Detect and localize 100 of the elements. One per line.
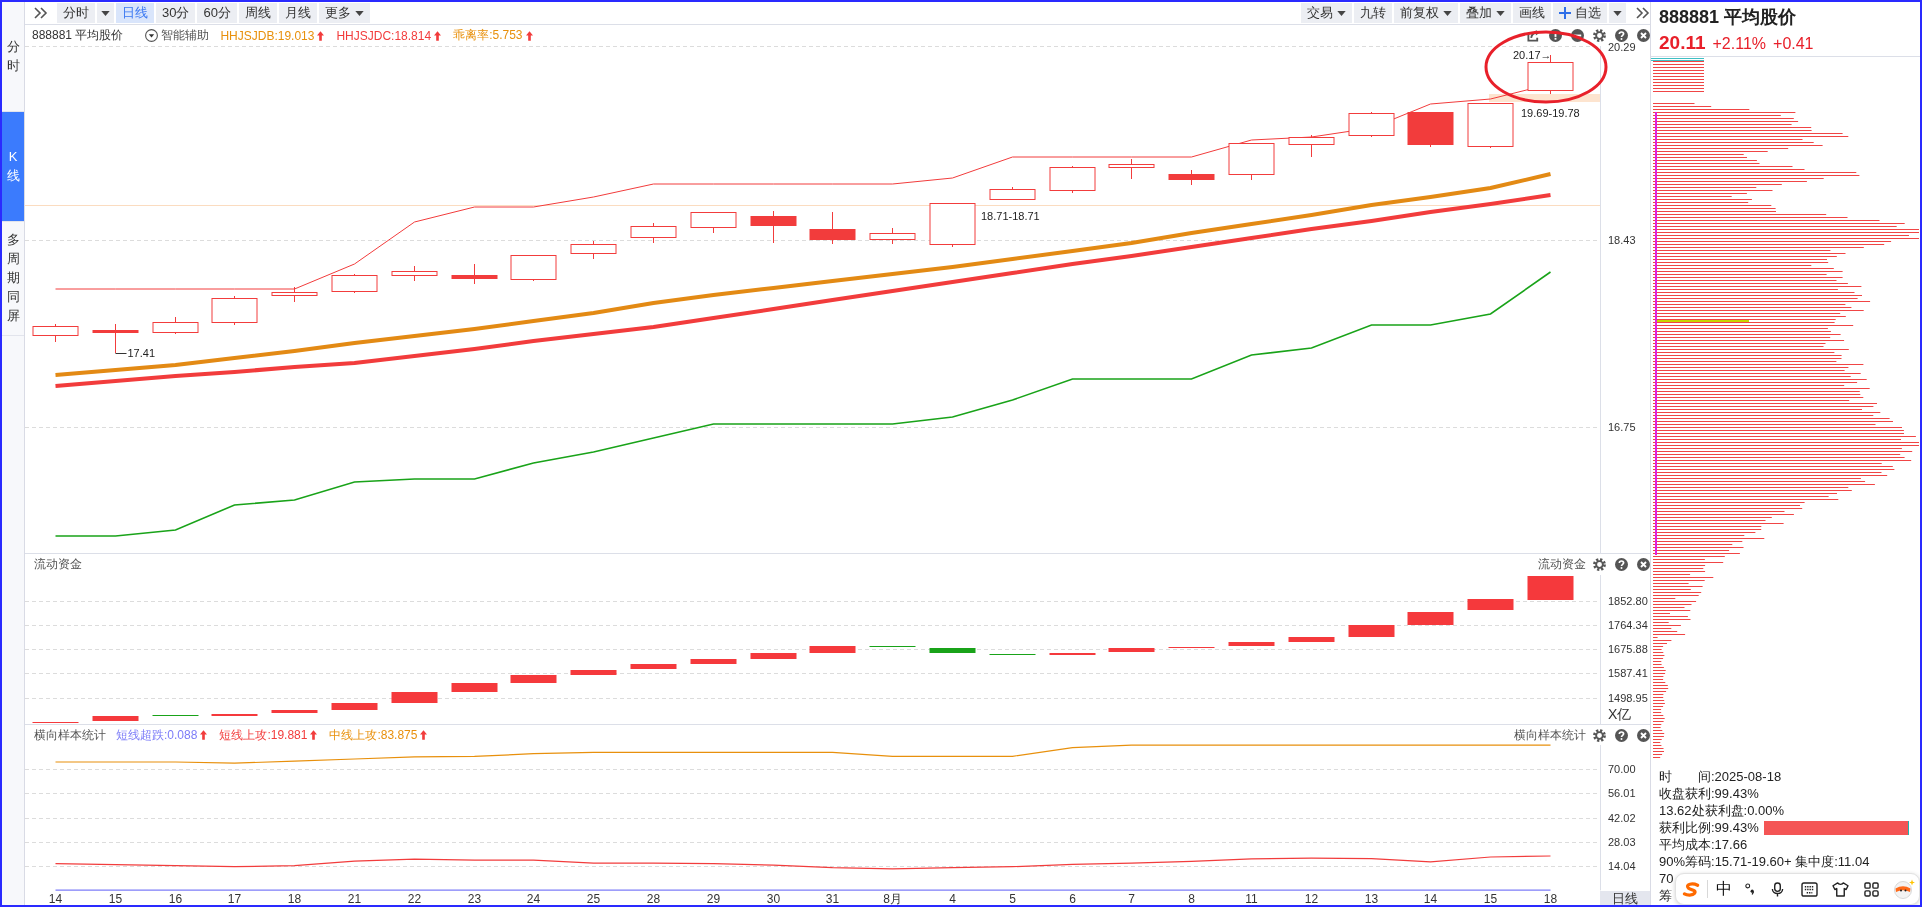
date-label: 30 — [766, 892, 781, 905]
axis-label: 1587.41 — [1608, 667, 1648, 679]
period-tab[interactable]: 分时 — [57, 3, 95, 23]
axis-label: 16.75 — [1608, 421, 1636, 433]
date-label: 21 — [347, 892, 362, 905]
input-mode-toggle[interactable]: 中 — [1716, 878, 1732, 900]
grid-icon[interactable] — [1864, 881, 1879, 897]
candlestick — [1228, 142, 1275, 181]
date-label: 31 — [825, 892, 840, 905]
microphone-icon[interactable] — [1771, 881, 1784, 897]
close-icon[interactable] — [1637, 558, 1650, 571]
date-label: 5 — [1009, 892, 1016, 905]
shirt-icon[interactable] — [1832, 881, 1849, 897]
indicator-value: 短线上攻:19.881 — [219, 726, 308, 744]
period-tab[interactable]: 周线 — [238, 3, 277, 23]
stat-text: 收盘获利:99.43% — [1659, 785, 1759, 802]
date-label: 28 — [646, 892, 661, 905]
date-label: 22 — [407, 892, 422, 905]
candlestick — [1467, 102, 1514, 149]
settings-icon[interactable] — [1593, 728, 1606, 742]
price-label: 18.71-18.71 — [981, 210, 1040, 222]
candlestick — [1049, 165, 1096, 194]
caret-icon — [1337, 10, 1346, 16]
axis-label: 28.03 — [1608, 835, 1636, 848]
date-label: 4 — [949, 892, 956, 905]
dropdown-button[interactable] — [97, 3, 114, 23]
period-tab[interactable]: 60分 — [197, 3, 237, 23]
date-label: 8月 — [883, 892, 902, 905]
indicator-value: 乖离率:5.753 — [453, 27, 523, 44]
date-label: 14 — [48, 892, 63, 905]
price-label: 19.69-19.78 — [1521, 107, 1580, 119]
minus-icon[interactable] — [1571, 29, 1584, 42]
candlestick — [570, 240, 617, 260]
punctuation-icon[interactable] — [1745, 883, 1755, 895]
double-chevron-icon[interactable] — [1636, 7, 1650, 19]
panel-title: 流动资金 — [34, 556, 82, 573]
period-tab[interactable]: 30分 — [156, 3, 196, 23]
close-icon[interactable] — [1637, 728, 1650, 742]
help-icon[interactable] — [1615, 558, 1628, 571]
date-label: 18 — [1543, 892, 1558, 905]
chart-title: 888881 平均股价 — [32, 27, 124, 44]
toolbar-button[interactable]: 前复权 — [1394, 3, 1458, 23]
period-tab[interactable]: 月线 — [278, 3, 317, 23]
assist-toggle[interactable]: 智能辅助 — [145, 27, 210, 44]
flow-bar — [271, 710, 318, 713]
date-label: 6 — [1069, 892, 1076, 905]
candlestick — [989, 186, 1036, 201]
flow-bar — [1527, 576, 1574, 600]
price-value: 20.11 — [1659, 32, 1706, 54]
settings-icon[interactable] — [1593, 558, 1606, 571]
price-label: 20.17→ — [1512, 49, 1552, 61]
toolbar-button[interactable]: 叠加 — [1460, 3, 1511, 23]
flow-bar — [1407, 612, 1454, 625]
logo-icon[interactable] — [1682, 881, 1701, 897]
date-label: 15 — [1483, 892, 1498, 905]
exclamation-icon[interactable] — [1549, 29, 1562, 42]
toolbar-button[interactable]: 画线 — [1513, 3, 1551, 23]
stat-text: 13.62处获利盘:0.00% — [1659, 802, 1784, 819]
candlestick — [211, 295, 258, 326]
toolbar-button[interactable]: 交易 — [1301, 3, 1352, 23]
double-chevron-icon[interactable] — [34, 7, 48, 19]
help-icon[interactable] — [1615, 29, 1628, 42]
caret-icon — [101, 10, 110, 16]
axis-label: 1498.95 — [1608, 692, 1648, 704]
date-label: 16 — [168, 892, 183, 905]
close-icon[interactable] — [1637, 29, 1650, 42]
candlestick — [1288, 134, 1335, 158]
flow-bar — [750, 653, 797, 659]
flow-bar — [92, 716, 139, 721]
flow-bar — [690, 659, 737, 664]
dropdown-button[interactable] — [1609, 3, 1626, 23]
share-icon[interactable] — [1527, 29, 1540, 42]
circle-caret-icon — [145, 29, 159, 42]
toolbar-button[interactable]: 九转 — [1354, 3, 1392, 23]
caret-icon — [1496, 10, 1505, 16]
candlestick — [152, 316, 199, 335]
sidebar-tab[interactable]: K线 — [2, 112, 24, 222]
candlestick — [391, 265, 438, 282]
sidebar-tab[interactable]: 多周期同屏 — [2, 222, 24, 336]
axis-label: 70.00 — [1608, 763, 1636, 776]
toolbar-button[interactable]: 自选 — [1553, 3, 1607, 23]
stat-text: 时 间:2025-08-18 — [1659, 768, 1782, 785]
candlestick — [331, 273, 378, 294]
candlestick — [690, 211, 737, 234]
period-tab[interactable]: 更多 — [318, 3, 370, 23]
candlestick — [869, 227, 916, 245]
keyboard-icon[interactable] — [1801, 881, 1818, 897]
axis-label: 1764.34 — [1608, 619, 1648, 631]
candlestick — [451, 263, 498, 285]
candlestick — [630, 222, 677, 244]
candlestick — [1407, 111, 1454, 148]
mascot-icon[interactable] — [1893, 879, 1915, 899]
help-icon[interactable] — [1615, 728, 1628, 742]
settings-icon[interactable] — [1593, 29, 1606, 42]
stock-title: 888881 平均股价 — [1659, 6, 1797, 28]
flow-bar — [809, 646, 856, 653]
leader-line — [115, 353, 127, 354]
date-label: 15 — [108, 892, 123, 905]
flow-bar — [570, 670, 617, 675]
flow-bar — [391, 692, 438, 703]
